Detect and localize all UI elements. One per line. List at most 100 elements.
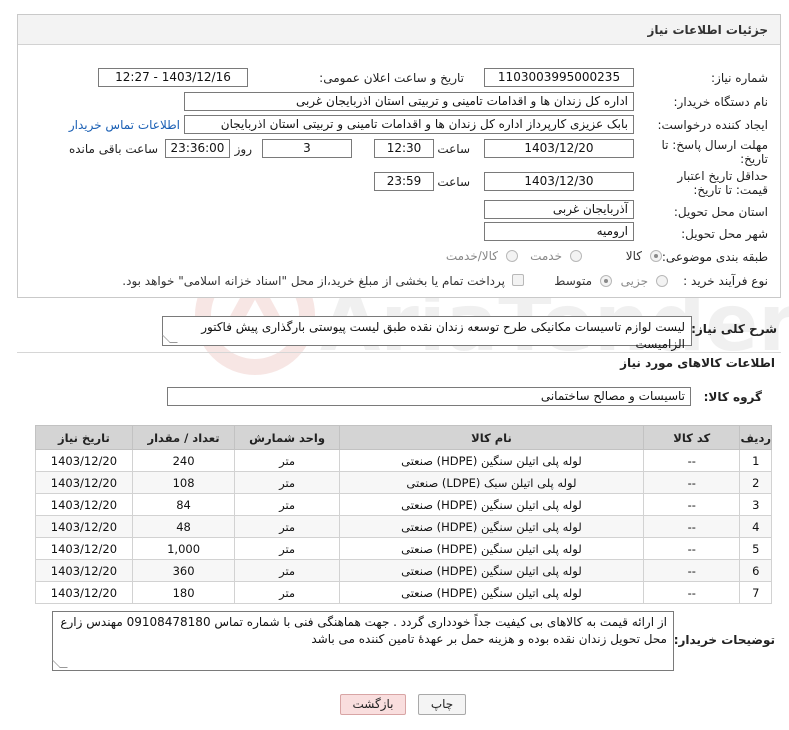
table-row: 3 -- لوله پلی اتیلن سنگین (HDPE) صنعتی متر 8… bbox=[35, 493, 772, 516]
validity-time-field: 23:59 bbox=[374, 172, 434, 191]
table-row: 4 -- لوله پلی اتیلن سنگین (HDPE) صنعتی متر 4… bbox=[35, 515, 772, 538]
need-details-panel: جزئیات اطلاعات نیاز شماره نیاز: 11030039… bbox=[17, 14, 781, 298]
buyer-contact-link[interactable]: اطلاعات تماس خریدار bbox=[69, 118, 180, 132]
row-number-cell: 7 bbox=[739, 581, 772, 604]
resize-handle[interactable] bbox=[162, 335, 178, 343]
item-name-cell: لوله پلی اتیلن سنگین (HDPE) صنعتی bbox=[338, 493, 645, 516]
category-radio-goods-service[interactable] bbox=[506, 250, 518, 262]
unit-cell: متر bbox=[234, 537, 340, 560]
col-item-name: نام کالا bbox=[338, 425, 645, 450]
treasury-payment-checkbox[interactable] bbox=[512, 274, 524, 286]
goods-group-label: گروه کالا: bbox=[703, 390, 762, 404]
process-radio-minor[interactable] bbox=[656, 275, 668, 287]
buyer-org-label: نام دستگاه خریدار: bbox=[673, 95, 769, 109]
item-name-cell: لوله پلی اتیلن سنگین (HDPE) صنعتی bbox=[338, 537, 645, 560]
item-code-cell: -- bbox=[642, 515, 741, 538]
quantity-cell: 84 bbox=[131, 493, 236, 516]
col-quantity: تعداد / مقدار bbox=[131, 425, 236, 450]
panel-header: جزئیات اطلاعات نیاز bbox=[18, 15, 780, 45]
category-option-service: خدمت bbox=[530, 249, 562, 263]
row-number-cell: 5 bbox=[739, 537, 772, 560]
need-date-cell: 1403/12/20 bbox=[35, 449, 133, 472]
col-row-number: ردیف bbox=[739, 425, 772, 450]
goods-info-title: اطلاعات کالاهای مورد نیاز bbox=[620, 356, 775, 370]
deadline-time-field: 12:30 bbox=[374, 139, 434, 158]
unit-cell: متر bbox=[234, 493, 340, 516]
need-date-cell: 1403/12/20 bbox=[35, 493, 133, 516]
goods-group-field: تاسیسات و مصالح ساختمانی bbox=[167, 387, 691, 406]
description-label: شرح کلی نیاز: bbox=[691, 322, 777, 336]
item-code-cell: -- bbox=[642, 559, 741, 582]
back-button[interactable]: بازگشت bbox=[340, 694, 406, 715]
quantity-cell: 108 bbox=[131, 471, 236, 494]
need-date-cell: 1403/12/20 bbox=[35, 537, 133, 560]
need-date-cell: 1403/12/20 bbox=[35, 581, 133, 604]
item-code-cell: -- bbox=[642, 449, 741, 472]
category-label: طبقه بندی موضوعی: bbox=[661, 250, 768, 264]
table-row: 5 -- لوله پلی اتیلن سنگین (HDPE) صنعتی متر 1… bbox=[35, 537, 772, 560]
unit-cell: متر bbox=[234, 449, 340, 472]
quantity-cell: 1,000 bbox=[131, 537, 236, 560]
table-row: 2 -- لوله پلی اتیلن سبک (LDPE) صنعتی متر 108… bbox=[35, 471, 772, 494]
deadline-time-label: ساعت bbox=[437, 142, 470, 156]
goods-table: ردیف کد کالا نام کالا واحد شمارش تعداد /… bbox=[35, 425, 772, 604]
buyer-org-field: اداره کل زندان ها و اقدامات تامینی و ترب… bbox=[184, 92, 634, 111]
process-radio-medium[interactable] bbox=[600, 275, 612, 287]
need-date-cell: 1403/12/20 bbox=[35, 559, 133, 582]
category-radio-service[interactable] bbox=[570, 250, 582, 262]
item-code-cell: -- bbox=[642, 493, 741, 516]
process-label: نوع فرآیند خرید : bbox=[683, 274, 768, 288]
remaining-days-field: 3 bbox=[262, 139, 352, 158]
table-row: 1 -- لوله پلی اتیلن سنگین (HDPE) صنعتی متر 2… bbox=[35, 449, 772, 472]
print-button[interactable]: چاپ bbox=[418, 694, 466, 715]
buyer-notes-label: توضیحات خریدار: bbox=[673, 633, 775, 647]
row-number-cell: 2 bbox=[739, 471, 772, 494]
creator-field: بابک عزیزی کارپرداز اداره کل زندان ها و … bbox=[184, 115, 634, 134]
announce-field: 1403/12/16 - 12:27 bbox=[98, 68, 248, 87]
item-code-cell: -- bbox=[642, 537, 741, 560]
row-number-cell: 1 bbox=[739, 449, 772, 472]
validity-date-field: 1403/12/30 bbox=[484, 172, 634, 191]
table-row: 7 -- لوله پلی اتیلن سنگین (HDPE) صنعتی متر 1… bbox=[35, 581, 772, 604]
item-code-cell: -- bbox=[642, 471, 741, 494]
process-option-minor: جزیی bbox=[620, 274, 648, 288]
section-divider bbox=[17, 352, 781, 353]
col-item-code: کد کالا bbox=[642, 425, 741, 450]
creator-label: ایجاد کننده درخواست: bbox=[657, 118, 768, 132]
need-date-cell: 1403/12/20 bbox=[35, 471, 133, 494]
unit-cell: متر bbox=[234, 515, 340, 538]
category-option-goods-service: کالا/خدمت bbox=[445, 249, 498, 263]
quantity-cell: 180 bbox=[131, 581, 236, 604]
city-field: ارومیه bbox=[484, 222, 634, 241]
quantity-cell: 360 bbox=[131, 559, 236, 582]
province-label: استان محل تحویل: bbox=[673, 205, 768, 219]
row-number-cell: 3 bbox=[739, 493, 772, 516]
unit-cell: متر bbox=[234, 559, 340, 582]
remaining-label: ساعت باقی مانده bbox=[68, 142, 158, 156]
resize-handle[interactable] bbox=[52, 660, 68, 668]
deadline-date-field: 1403/12/20 bbox=[484, 139, 634, 158]
category-radio-goods[interactable] bbox=[650, 250, 662, 262]
quantity-cell: 48 bbox=[131, 515, 236, 538]
need-number-label: شماره نیاز: bbox=[711, 71, 768, 85]
panel-title: جزئیات اطلاعات نیاز bbox=[647, 23, 768, 37]
description-textarea: لیست لوازم تاسیسات مکانیکی طرح توسعه زند… bbox=[162, 316, 692, 351]
need-number-field: 1103003995000235 bbox=[484, 68, 634, 87]
remaining-time-field: 23:36:00 bbox=[165, 139, 230, 158]
col-need-date: تاریخ نیاز bbox=[35, 425, 133, 450]
process-option-medium: متوسط bbox=[554, 274, 592, 288]
unit-cell: متر bbox=[234, 581, 340, 604]
item-name-cell: لوله پلی اتیلن سنگین (HDPE) صنعتی bbox=[338, 449, 645, 472]
row-number-cell: 4 bbox=[739, 515, 772, 538]
row-number-cell: 6 bbox=[739, 559, 772, 582]
table-header-row: ردیف کد کالا نام کالا واحد شمارش تعداد /… bbox=[35, 425, 772, 450]
validity-time-label: ساعت bbox=[437, 175, 470, 189]
validity-label: حداقل تاریخ اعتبار قیمت: تا تاریخ: bbox=[677, 169, 768, 197]
announce-label: تاریخ و ساعت اعلان عمومی: bbox=[319, 71, 464, 85]
need-date-cell: 1403/12/20 bbox=[35, 515, 133, 538]
col-unit: واحد شمارش bbox=[234, 425, 340, 450]
city-label: شهر محل تحویل: bbox=[681, 227, 768, 241]
item-name-cell: لوله پلی اتیلن سنگین (HDPE) صنعتی bbox=[338, 559, 645, 582]
buyer-notes-textarea: از ارائه قیمت به کالاهای بی کیفیت جداً خ… bbox=[52, 611, 674, 671]
unit-cell: متر bbox=[234, 471, 340, 494]
